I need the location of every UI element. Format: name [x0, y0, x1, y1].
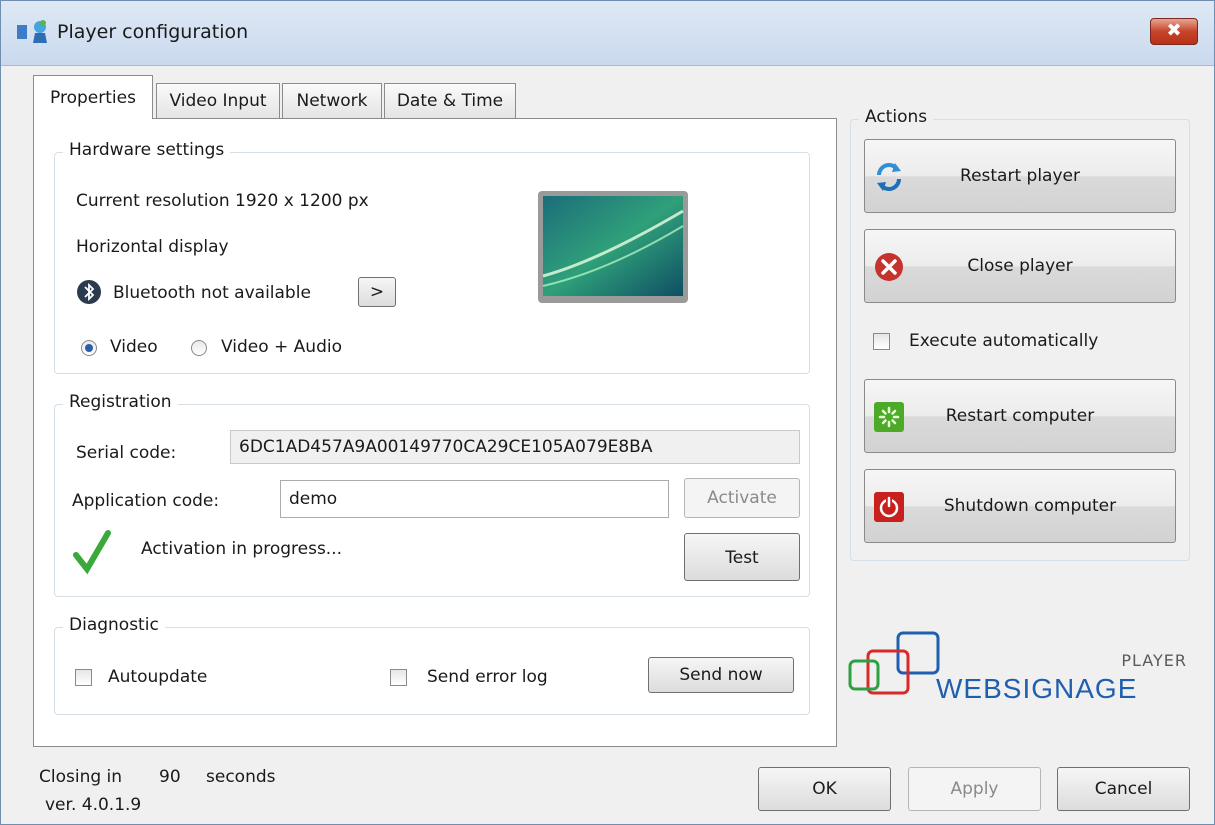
tab-label: Properties — [50, 88, 136, 108]
restart-computer-label: Restart computer — [945, 406, 1095, 426]
logo-player-text: PLAYER — [1121, 651, 1187, 670]
bluetooth-icon — [77, 280, 101, 304]
button-label: Apply — [950, 779, 999, 799]
closing-seconds-value: 90 — [159, 767, 181, 787]
activate-button[interactable]: Activate — [684, 478, 800, 518]
hardware-settings-group: Hardware settings Current resolution 192… — [54, 140, 810, 374]
app-icon — [17, 20, 47, 43]
button-label: Test — [725, 548, 759, 568]
current-resolution: Current resolution 1920 x 1200 px — [76, 191, 369, 211]
monitor-preview-image — [538, 191, 688, 303]
autoupdate-checkbox[interactable] — [75, 669, 92, 686]
tab-label: Date & Time — [396, 91, 504, 111]
cancel-button[interactable]: Cancel — [1057, 767, 1190, 811]
video-audio-radio-label: Video + Audio — [221, 337, 343, 357]
button-label: Cancel — [1094, 779, 1153, 799]
restart-player-label: Restart player — [960, 166, 1080, 186]
registration-group: Registration Serial code: 6DC1AD457A9A00… — [54, 392, 810, 597]
activation-status: Activation in progress... — [141, 539, 343, 559]
ok-button[interactable]: OK — [758, 767, 891, 811]
close-icon: ✖ — [1166, 20, 1182, 41]
title-bar[interactable]: Player configuration ✖ — [1, 1, 1214, 66]
video-audio-radio[interactable] — [191, 340, 207, 356]
autoupdate-label: Autoupdate — [108, 667, 208, 687]
send-error-log-checkbox[interactable] — [390, 669, 407, 686]
tab-label: Video Input — [169, 91, 267, 111]
video-radio[interactable] — [81, 340, 97, 356]
hardware-settings-legend: Hardware settings — [63, 140, 231, 160]
tab-label: Network — [296, 91, 368, 111]
restart-computer-button[interactable]: Restart computer — [864, 379, 1176, 453]
test-button[interactable]: Test — [684, 533, 800, 581]
application-code-label: Application code: — [72, 491, 220, 511]
diagnostic-group: Diagnostic Autoupdate Send error log Sen… — [54, 615, 810, 715]
video-radio-label: Video — [110, 337, 158, 357]
properties-panel: Hardware settings Current resolution 192… — [33, 118, 837, 747]
button-label: Activate — [707, 488, 777, 508]
restart-player-button[interactable]: Restart player — [864, 139, 1176, 213]
bluetooth-settings-button[interactable]: > — [358, 277, 396, 307]
execute-automatically-checkbox[interactable] — [873, 333, 890, 350]
window-title: Player configuration — [57, 21, 249, 43]
button-label: Send now — [679, 665, 763, 685]
execute-automatically-label: Execute automatically — [909, 331, 1099, 351]
tab-date-time[interactable]: Date & Time — [384, 83, 516, 118]
diagnostic-legend: Diagnostic — [63, 615, 165, 635]
shutdown-computer-button[interactable]: Shutdown computer — [864, 469, 1176, 543]
tab-properties[interactable]: Properties — [33, 75, 153, 119]
display-orientation: Horizontal display — [76, 237, 229, 257]
actions-legend: Actions — [859, 107, 934, 127]
bluetooth-status: Bluetooth not available — [113, 283, 311, 303]
websignage-logo: PLAYER WEBSIGNAGE — [846, 631, 1191, 711]
close-player-label: Close player — [967, 256, 1073, 276]
shutdown-computer-label: Shutdown computer — [943, 496, 1117, 516]
tab-video-input[interactable]: Video Input — [156, 83, 280, 118]
apply-button[interactable]: Apply — [908, 767, 1041, 811]
close-player-button[interactable]: Close player — [864, 229, 1176, 303]
send-error-log-label: Send error log — [427, 667, 548, 687]
logo-brand-text: WEBSIGNAGE — [936, 673, 1138, 704]
send-now-button[interactable]: Send now — [648, 657, 794, 693]
serial-code-label: Serial code: — [76, 443, 177, 463]
close-window-button[interactable]: ✖ — [1150, 18, 1198, 45]
button-label: > — [369, 282, 385, 302]
checkmark-icon — [73, 530, 111, 575]
player-configuration-window: Player configuration ✖ Properties Video … — [0, 0, 1215, 825]
tab-network[interactable]: Network — [282, 83, 382, 118]
serial-code-field: 6DC1AD457A9A00149770CA29CE105A079E8BA — [230, 430, 800, 464]
registration-legend: Registration — [63, 392, 178, 412]
version-label: ver. 4.0.1.9 — [45, 795, 142, 815]
closing-seconds-label: seconds — [206, 767, 276, 787]
application-code-input[interactable]: demo — [280, 480, 669, 518]
button-label: OK — [812, 779, 837, 799]
closing-in-label: Closing in — [39, 767, 123, 787]
